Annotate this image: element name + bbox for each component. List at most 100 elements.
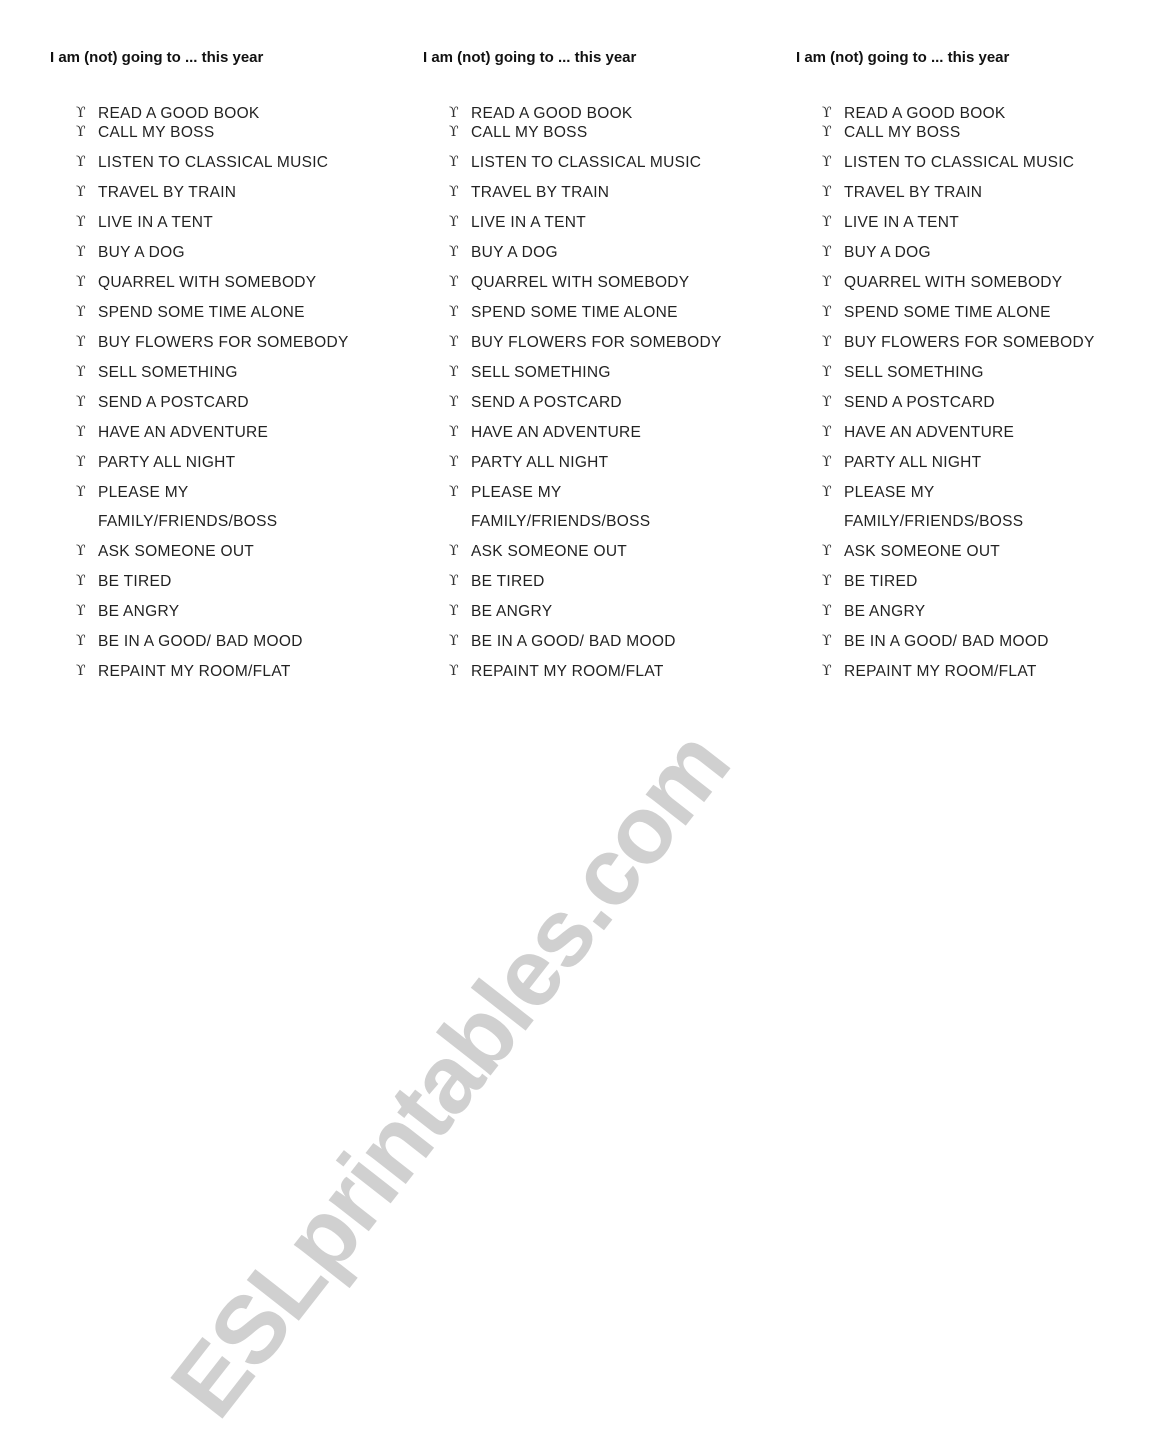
upsilon-bullet-icon: ϒ	[76, 334, 86, 350]
item-label: QUARREL WITH SOMEBODY	[98, 274, 317, 291]
upsilon-bullet-icon: ϒ	[76, 394, 86, 410]
list-item: ϒ LISTEN TO CLASSICAL MUSIC	[76, 153, 349, 172]
item-label: QUARREL WITH SOMEBODY	[471, 274, 690, 291]
upsilon-bullet-icon: ϒ	[76, 244, 86, 260]
item-label: LISTEN TO CLASSICAL MUSIC	[844, 154, 1075, 171]
upsilon-bullet-icon: ϒ	[76, 454, 86, 470]
upsilon-bullet-icon: ϒ	[449, 334, 459, 350]
upsilon-bullet-icon: ϒ	[76, 633, 86, 649]
upsilon-bullet-icon: ϒ	[822, 573, 832, 589]
item-label: BE IN A GOOD/ BAD MOOD	[844, 633, 1049, 650]
list-item: ϒ BUY FLOWERS FOR SOMEBODY	[822, 333, 1095, 352]
list-item: ϒ READ A GOOD BOOK	[822, 104, 1095, 123]
upsilon-bullet-icon: ϒ	[76, 603, 86, 619]
list-item: ϒ QUARREL WITH SOMEBODY	[449, 273, 722, 292]
item-label: LIVE IN A TENT	[844, 214, 960, 231]
item-label: PLEASE MY	[471, 484, 562, 501]
upsilon-bullet-icon: ϒ	[822, 394, 832, 410]
upsilon-bullet-icon: ϒ	[449, 124, 459, 140]
list-item: ϒ BE TIRED	[449, 572, 722, 591]
item-label: TRAVEL BY TRAIN	[98, 184, 237, 201]
upsilon-bullet-icon: ϒ	[449, 105, 459, 121]
item-label-continuation: FAMILY/FRIENDS/BOSS	[844, 513, 1024, 530]
activity-list: ϒ READ A GOOD BOOK ϒ CALL MY BOSS ϒ LISTEN TO…	[76, 104, 349, 692]
item-label: BE ANGRY	[98, 603, 180, 620]
list-item: ϒ SPEND SOME TIME ALONE	[822, 303, 1095, 322]
item-label: READ A GOOD BOOK	[98, 105, 260, 122]
list-item: ϒ BUY A DOG	[822, 243, 1095, 262]
upsilon-bullet-icon: ϒ	[822, 154, 832, 170]
list-item: ϒ HAVE AN ADVENTURE	[76, 423, 349, 442]
list-item: ϒ PARTY ALL NIGHT	[822, 453, 1095, 472]
item-label: REPAINT MY ROOM/FLAT	[471, 663, 664, 680]
upsilon-bullet-icon: ϒ	[822, 274, 832, 290]
upsilon-bullet-icon: ϒ	[449, 543, 459, 559]
upsilon-bullet-icon: ϒ	[76, 424, 86, 440]
list-item: ϒ SPEND SOME TIME ALONE	[449, 303, 722, 322]
item-label: BE IN A GOOD/ BAD MOOD	[471, 633, 676, 650]
list-item: ϒ CALL MY BOSS	[822, 123, 1095, 142]
item-label: ASK SOMEONE OUT	[471, 543, 628, 560]
list-item: ϒ TRAVEL BY TRAIN	[76, 183, 349, 202]
item-label-continuation: FAMILY/FRIENDS/BOSS	[471, 513, 651, 530]
item-label: TRAVEL BY TRAIN	[844, 184, 983, 201]
item-label: BUY A DOG	[844, 244, 931, 261]
upsilon-bullet-icon: ϒ	[449, 663, 459, 679]
item-label: LIVE IN A TENT	[471, 214, 587, 231]
upsilon-bullet-icon: ϒ	[76, 484, 86, 500]
column-title: I am (not) going to ... this year	[423, 49, 637, 66]
list-item: ϒ LIVE IN A TENT	[76, 213, 349, 232]
upsilon-bullet-icon: ϒ	[449, 394, 459, 410]
list-item: ϒ ASK SOMEONE OUT	[822, 542, 1095, 561]
item-label: LISTEN TO CLASSICAL MUSIC	[98, 154, 329, 171]
upsilon-bullet-icon: ϒ	[822, 214, 832, 230]
item-label: SELL SOMETHING	[844, 364, 984, 381]
upsilon-bullet-icon: ϒ	[822, 424, 832, 440]
item-label: SPEND SOME TIME ALONE	[98, 304, 305, 321]
item-label: HAVE AN ADVENTURE	[471, 424, 642, 441]
list-item: ϒ REPAINT MY ROOM/FLAT	[449, 662, 722, 681]
upsilon-bullet-icon: ϒ	[822, 304, 832, 320]
list-item: ϒ BE ANGRY	[449, 602, 722, 621]
item-label: CALL MY BOSS	[98, 124, 215, 141]
list-item: ϒ SELL SOMETHING	[76, 363, 349, 382]
list-item: ϒ BUY FLOWERS FOR SOMEBODY	[449, 333, 722, 352]
list-item: ϒ CALL MY BOSS	[449, 123, 722, 142]
upsilon-bullet-icon: ϒ	[449, 603, 459, 619]
list-item: ϒ SEND A POSTCARD	[76, 393, 349, 412]
item-label: SELL SOMETHING	[471, 364, 611, 381]
list-item: ϒ LIVE IN A TENT	[449, 213, 722, 232]
item-label: LIVE IN A TENT	[98, 214, 214, 231]
list-item: ϒ BUY A DOG	[76, 243, 349, 262]
list-item: ϒ TRAVEL BY TRAIN	[449, 183, 722, 202]
upsilon-bullet-icon: ϒ	[449, 184, 459, 200]
item-label: PLEASE MY	[98, 484, 189, 501]
item-label: BE TIRED	[471, 573, 545, 590]
upsilon-bullet-icon: ϒ	[822, 105, 832, 121]
list-item: ϒ SELL SOMETHING	[822, 363, 1095, 382]
list-item: ϒ READ A GOOD BOOK	[76, 104, 349, 123]
item-label: PARTY ALL NIGHT	[98, 454, 236, 471]
list-item: ϒ PLEASE MY FAMILY/FRIENDS/BOSS	[449, 483, 722, 531]
upsilon-bullet-icon: ϒ	[449, 424, 459, 440]
item-label: HAVE AN ADVENTURE	[98, 424, 269, 441]
upsilon-bullet-icon: ϒ	[822, 663, 832, 679]
upsilon-bullet-icon: ϒ	[822, 633, 832, 649]
upsilon-bullet-icon: ϒ	[822, 454, 832, 470]
list-item: ϒ SPEND SOME TIME ALONE	[76, 303, 349, 322]
item-label: BUY FLOWERS FOR SOMEBODY	[98, 334, 349, 351]
column-title: I am (not) going to ... this year	[796, 49, 1010, 66]
list-item: ϒ LIVE IN A TENT	[822, 213, 1095, 232]
list-item: ϒ PARTY ALL NIGHT	[449, 453, 722, 472]
list-item: ϒ BUY FLOWERS FOR SOMEBODY	[76, 333, 349, 352]
item-label: BE IN A GOOD/ BAD MOOD	[98, 633, 303, 650]
item-label: SEND A POSTCARD	[471, 394, 622, 411]
upsilon-bullet-icon: ϒ	[822, 334, 832, 350]
list-item: ϒ BUY A DOG	[449, 243, 722, 262]
upsilon-bullet-icon: ϒ	[76, 184, 86, 200]
list-item: ϒ HAVE AN ADVENTURE	[449, 423, 722, 442]
item-label: SEND A POSTCARD	[844, 394, 995, 411]
upsilon-bullet-icon: ϒ	[449, 214, 459, 230]
list-item: ϒ LISTEN TO CLASSICAL MUSIC	[822, 153, 1095, 172]
list-item: ϒ READ A GOOD BOOK	[449, 104, 722, 123]
